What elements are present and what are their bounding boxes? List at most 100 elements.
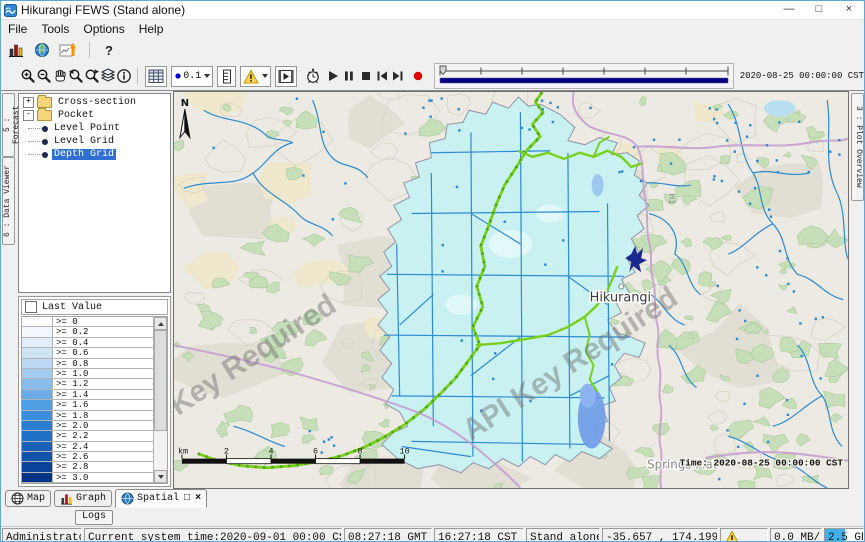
menu-options[interactable]: Options [76, 22, 131, 36]
legend-swatch [22, 379, 53, 388]
toolbar-separator [89, 42, 90, 58]
play-button[interactable] [325, 66, 341, 86]
grid-display-button[interactable] [145, 66, 167, 87]
status-mode: Stand alone [526, 528, 600, 542]
map-view[interactable]: Hikurangi Springs Flat H1 API Key Requir… [173, 91, 849, 489]
close-button[interactable]: × [834, 1, 864, 19]
tree-item-level-point[interactable]: Level Point [21, 122, 170, 135]
scroll-up-icon[interactable] [154, 317, 167, 330]
legend-row: >= 1.6 [22, 400, 153, 410]
legend-row: >= 0.8 [22, 359, 153, 369]
data-display-icon[interactable] [6, 40, 25, 60]
help-button[interactable]: ? [102, 43, 116, 58]
step-back-button[interactable] [374, 66, 390, 86]
tree-item-label: Cross-section [56, 97, 138, 108]
svg-text:N: N [181, 98, 189, 109]
legend-row: >= 1.0 [22, 369, 153, 379]
legend-label: >= 2.4 [53, 442, 153, 451]
zoom-previous-icon[interactable] [68, 66, 84, 86]
lake [764, 100, 796, 116]
legend-row: >= 0.4 [22, 338, 153, 348]
legend-swatch [22, 317, 53, 326]
warning-filter-button[interactable] [240, 66, 271, 87]
legend-swatch [22, 473, 53, 482]
step-forward-button[interactable] [390, 66, 406, 86]
legend-row: >= 2.4 [22, 442, 153, 452]
legend-row: >= 2.8 [22, 462, 153, 472]
tree-item-level-grid[interactable]: Level Grid [21, 135, 170, 148]
legend-row: >= 1.4 [22, 390, 153, 400]
info-icon[interactable] [116, 66, 132, 86]
menu-tools[interactable]: Tools [34, 22, 76, 36]
spatial-display-icon[interactable] [58, 40, 77, 60]
folder-icon [37, 110, 52, 121]
tab-close-icon[interactable]: × [195, 494, 201, 504]
map-canvas[interactable]: Hikurangi Springs Flat H1 API Key Requir… [174, 92, 848, 488]
status-warning[interactable] [720, 528, 768, 542]
menu-file[interactable]: File [1, 22, 34, 36]
stop-button[interactable] [357, 66, 373, 86]
legend-scrollbar[interactable] [153, 317, 167, 483]
legend-row: >= 0.6 [22, 348, 153, 358]
tab-plot-overview[interactable]: 3 : Plot Overview [851, 93, 864, 201]
legend-swatch [22, 369, 53, 378]
legend-swatch [22, 327, 53, 336]
main-toolbar: ? [1, 38, 864, 62]
time-slider[interactable] [434, 63, 734, 89]
legend-table: >= 0>= 0.2>= 0.4>= 0.6>= 0.8>= 1.0>= 1.2… [22, 317, 153, 483]
tab-data-viewer[interactable]: 6 : Data Viewer [2, 157, 15, 245]
scroll-down-icon[interactable] [154, 470, 167, 483]
tab-graph[interactable]: Graph [54, 490, 112, 507]
tab-forecast[interactable]: 5 : Forecast [2, 93, 15, 157]
zoom-in-icon[interactable] [20, 66, 36, 86]
tab-maximize-icon[interactable]: □ [184, 494, 190, 504]
title-bar: Hikurangi FEWS (Stand alone) — □ × [1, 1, 864, 20]
expand-icon[interactable]: + [23, 97, 34, 108]
last-value-checkbox[interactable] [25, 301, 37, 313]
pause-button[interactable] [341, 66, 357, 86]
main-area: 5 : Forecast 6 : Data Viewer + Cross-sec… [1, 91, 864, 489]
chevron-down-icon [262, 74, 268, 78]
tree-item-label: Pocket [56, 110, 96, 121]
map-display-icon[interactable] [32, 40, 51, 60]
menu-help[interactable]: Help [132, 22, 171, 36]
collapse-icon[interactable]: - [23, 110, 34, 121]
record-button[interactable] [410, 66, 426, 86]
animation-button[interactable] [275, 66, 297, 87]
scroll-track[interactable] [154, 330, 167, 470]
legend-label: >= 0.2 [53, 327, 153, 336]
slider-handle[interactable] [440, 66, 446, 75]
pan-icon[interactable] [52, 66, 68, 86]
bottom-tab-bar: Map Graph Spatial □ × [1, 489, 864, 508]
legend-swatch [22, 400, 53, 409]
interval-value: 0.1 [183, 71, 201, 82]
maximize-button[interactable]: □ [804, 1, 834, 19]
legend-swatch [22, 359, 53, 368]
tree-guide [28, 154, 42, 155]
interval-selector[interactable]: 0.1 [171, 66, 213, 87]
layers-icon[interactable] [100, 66, 116, 86]
folder-icon [37, 97, 52, 108]
legend-label: >= 1.2 [53, 379, 153, 388]
map-label-road: H1 [667, 193, 676, 204]
chevron-down-icon [204, 74, 210, 78]
legend-row: >= 1.8 [22, 411, 153, 421]
timer-icon[interactable] [305, 66, 321, 86]
scroll-thumb[interactable] [154, 330, 167, 431]
legend-row: >= 2.6 [22, 452, 153, 462]
legend-swatch [22, 348, 53, 357]
tab-spatial[interactable]: Spatial □ × [115, 489, 207, 508]
tab-map[interactable]: Map [5, 490, 51, 507]
zoom-next-icon[interactable] [84, 66, 100, 86]
map-time-label: Time: 2020-08-25 00:00:00 CST [680, 458, 844, 469]
zoom-out-icon[interactable] [36, 66, 52, 86]
vertical-scale-button[interactable] [217, 66, 236, 87]
minimize-button[interactable]: — [774, 1, 804, 19]
legend-label: >= 2.6 [53, 452, 153, 461]
status-download-speed: 0.0 MB/s [770, 528, 822, 542]
tree-item-pocket[interactable]: - Pocket [21, 109, 170, 122]
tree-item-depth-grid[interactable]: Depth Grid [21, 148, 170, 161]
tab-logs[interactable]: Logs [75, 510, 113, 525]
filter-tree: + Cross-section - Pocket Level Point [18, 93, 171, 293]
warning-icon [724, 530, 740, 542]
